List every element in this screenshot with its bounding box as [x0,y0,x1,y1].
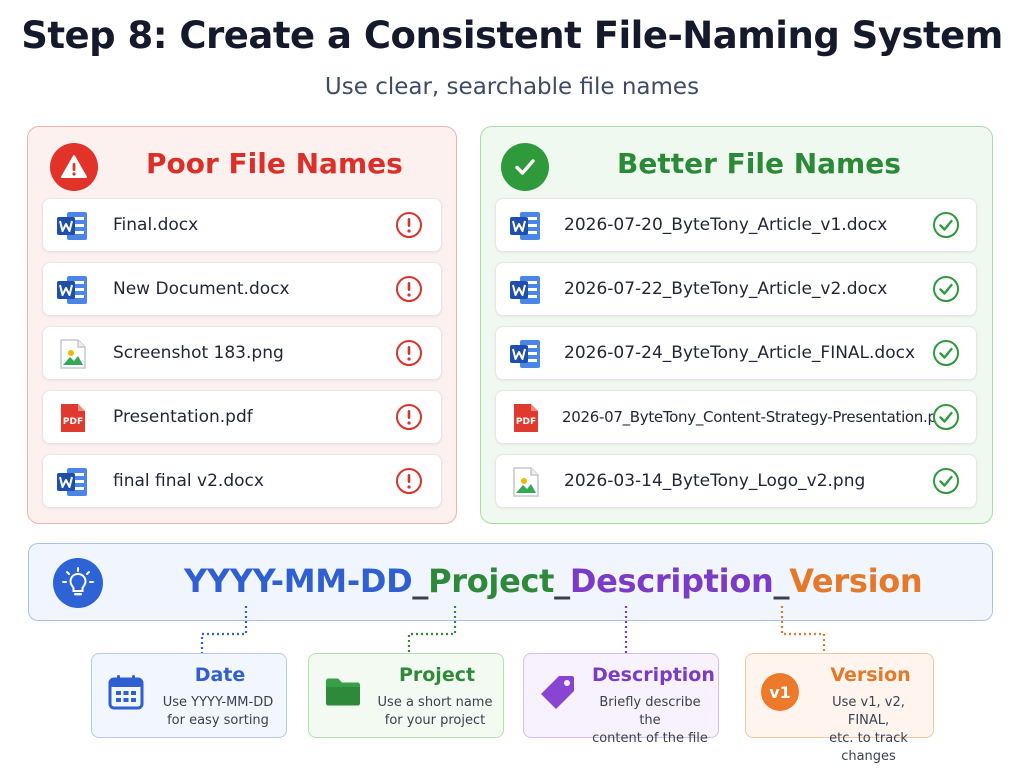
formula-version: Version [789,562,923,600]
better-file-row[interactable]: 2026-07-20_ByteTony_Article_v1.docx [495,198,977,252]
naming-formula-bar: YYYY-MM-DD_Project_Description_Version [28,543,993,621]
formula-description: Description [569,562,774,600]
file-name: Presentation.pdf [113,407,253,427]
poor-file-row[interactable]: New Document.docx [42,262,442,316]
better-file-names-panel: Better File Names 2026-07-20_ByteTony_Ar… [480,126,993,524]
svg-text:v1: v1 [769,683,791,702]
poor-file-row[interactable]: Screenshot 183.png [42,326,442,380]
poor-file-names-panel: Poor File Names Final.docx New Document.… [27,126,457,524]
file-name: 2026-07-22_ByteTony_Article_v2.docx [564,279,888,299]
card-description: Use a short name for your project [377,695,493,728]
card-title: Project [398,664,476,686]
version-badge-icon: v1 [761,673,799,711]
image-icon [508,466,542,498]
check-circle-icon [932,339,960,367]
check-circle-icon [932,467,960,495]
card-title: Version [830,664,911,686]
svg-text:PDF: PDF [63,417,83,427]
error-icon [395,275,423,303]
formula-separator: _ [773,562,790,600]
better-panel-heading: Better File Names [617,147,901,180]
card-description: Briefly describe the content of the file [592,695,708,746]
naming-formula: YYYY-MM-DD_Project_Description_Version [184,562,923,600]
image-icon [55,338,89,370]
poor-file-row[interactable]: PDF Presentation.pdf [42,390,442,444]
file-name: Final.docx [113,215,199,235]
poor-file-row[interactable]: Final.docx [42,198,442,252]
checkmark-icon [501,143,549,191]
word-icon [508,338,542,370]
formula-date: YYYY-MM-DD [184,562,413,600]
pdf-icon: PDF [61,404,85,432]
check-circle-icon [932,211,960,239]
error-icon [395,211,423,239]
file-name: 2026-07_ByteTony_Content-Strategy-Presen… [562,408,951,426]
better-file-row[interactable]: 2026-07-24_ByteTony_Article_FINAL.docx [495,326,977,380]
file-name: 2026-07-20_ByteTony_Article_v1.docx [564,215,888,235]
project-card: Project Use a short name for your project [308,653,504,738]
better-file-row[interactable]: 2026-03-14_ByteTony_Logo_v2.png [495,454,977,508]
tag-icon [541,676,574,709]
card-description: Use YYYY-MM-DD for easy sorting [162,695,274,728]
formula-project: Project [428,562,555,600]
card-description: Use v1, v2, FINAL, etc. to track changes [829,695,908,764]
card-title: Date [194,664,246,686]
check-circle-icon [932,275,960,303]
error-icon [395,467,423,495]
formula-separator: _ [554,562,570,600]
poor-panel-heading: Poor File Names [146,147,403,180]
folder-icon [326,678,360,706]
date-card: Date Use YYYY-MM-DD for easy sorting [91,653,287,738]
calendar-icon [108,675,144,710]
file-name: final final v2.docx [113,471,264,491]
file-name: Screenshot 183.png [113,343,284,363]
svg-text:PDF: PDF [516,417,536,427]
file-name: 2026-03-14_ByteTony_Logo_v2.png [564,471,866,491]
file-name: 2026-07-24_ByteTony_Article_FINAL.docx [564,343,916,363]
page-title: Step 8: Create a Consistent File-Naming … [21,14,1003,57]
word-icon [55,274,89,306]
word-icon [55,210,89,242]
error-icon [395,403,423,431]
version-card: v1 Version Use v1, v2, FINAL, etc. to tra… [745,653,934,764]
check-circle-icon [932,403,960,431]
warning-icon [50,143,98,191]
error-icon [395,339,423,367]
better-file-row[interactable]: 2026-07-22_ByteTony_Article_v2.docx [495,262,977,316]
page-subtitle: Use clear, searchable file names [324,74,700,100]
file-name: New Document.docx [113,279,290,299]
formula-separator: _ [412,562,429,600]
word-icon [508,210,542,242]
poor-file-row[interactable]: final final v2.docx [42,454,442,508]
description-card: Description Briefly describe the content … [523,653,719,746]
word-icon [508,274,542,306]
pdf-icon: PDF [514,404,538,432]
better-file-row[interactable]: PDF 2026-07_ByteTony_Content-Strategy-Pr… [495,390,977,444]
card-title: Description [592,664,715,686]
lightbulb-icon [53,558,103,608]
word-icon [55,466,89,498]
